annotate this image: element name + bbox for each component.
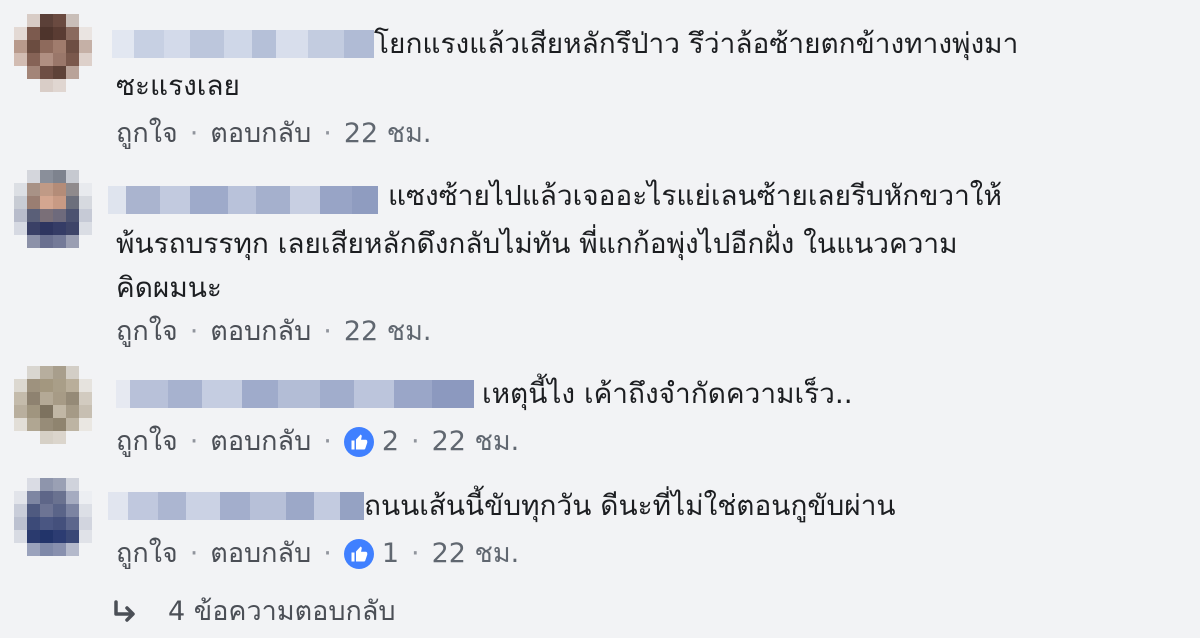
- timestamp[interactable]: 22 ชม.: [344, 314, 432, 350]
- author-name[interactable]: [112, 30, 374, 58]
- avatar[interactable]: [14, 366, 92, 444]
- reply-link[interactable]: ตอบกลับ: [210, 424, 311, 460]
- like-link[interactable]: ถูกใจ: [116, 314, 178, 350]
- comment-text-line: คิดผมนะ: [116, 271, 222, 304]
- separator: ·: [189, 118, 199, 149]
- timestamp[interactable]: 22 ชม.: [432, 424, 520, 460]
- comment-text-line: แซงซ้ายไปแล้วเจออะไรแย่เลนซ้ายเลยรีบหักข…: [388, 179, 1002, 212]
- reaction-count-value: 2: [381, 426, 399, 457]
- separator: ·: [323, 316, 332, 347]
- reply-link[interactable]: ตอบกลับ: [210, 314, 311, 350]
- separator: ·: [411, 426, 420, 457]
- author-name[interactable]: [108, 492, 364, 520]
- like-reaction-icon: [343, 539, 374, 569]
- separator: ·: [323, 426, 332, 457]
- like-reaction-icon: [343, 427, 374, 457]
- view-replies-link[interactable]: 4 ข้อความตอบกลับ: [112, 592, 396, 632]
- comment-actions: ถูกใจ · ตอบกลับ · 22 ชม.: [116, 116, 431, 152]
- reaction-count[interactable]: 2: [343, 424, 399, 460]
- like-link[interactable]: ถูกใจ: [116, 116, 178, 152]
- separator: ·: [411, 538, 420, 569]
- author-name[interactable]: [116, 380, 474, 408]
- comment-actions: ถูกใจ · ตอบกลับ · 2 · 22 ชม.: [116, 424, 519, 460]
- comment-text-line: เหตุนี้ไง เค้าถึงจำกัดความเร็ว..: [482, 377, 853, 410]
- avatar[interactable]: [14, 14, 92, 92]
- comment-text-line: ถนนเส้นนี้ขับทุกวัน ดีนะที่ไม่ใช่ตอนกูขั…: [364, 489, 896, 522]
- reaction-count-value: 1: [381, 538, 399, 569]
- separator: ·: [323, 118, 332, 149]
- view-replies-label: 4 ข้อความตอบกลับ: [168, 596, 396, 627]
- avatar[interactable]: [14, 478, 92, 556]
- comment-text-line: พ้นรถบรรทุก เลยเสียหลักดึงกลับไม่ทัน พี่…: [116, 227, 958, 260]
- separator: ·: [323, 538, 332, 569]
- comment-text-line: ซะแรงเลย: [116, 69, 240, 102]
- reaction-count[interactable]: 1: [343, 536, 399, 572]
- timestamp[interactable]: 22 ชม.: [344, 116, 432, 152]
- avatar[interactable]: [14, 170, 92, 248]
- separator: ·: [189, 538, 199, 569]
- like-link[interactable]: ถูกใจ: [116, 424, 178, 460]
- reply-link[interactable]: ตอบกลับ: [210, 536, 311, 572]
- like-link[interactable]: ถูกใจ: [116, 536, 178, 572]
- author-name[interactable]: [108, 186, 378, 214]
- separator: ·: [189, 316, 199, 347]
- reply-link[interactable]: ตอบกลับ: [210, 116, 311, 152]
- comment-text-line: โยกแรงแล้วเสียหลักรึป่าว รึว่าล้อซ้ายตกข…: [374, 27, 1019, 60]
- comment-actions: ถูกใจ · ตอบกลับ · 1 · 22 ชม.: [116, 536, 519, 572]
- reply-arrow-icon: [112, 598, 140, 626]
- comment-actions: ถูกใจ · ตอบกลับ · 22 ชม.: [116, 314, 431, 350]
- separator: ·: [189, 426, 199, 457]
- timestamp[interactable]: 22 ชม.: [432, 536, 520, 572]
